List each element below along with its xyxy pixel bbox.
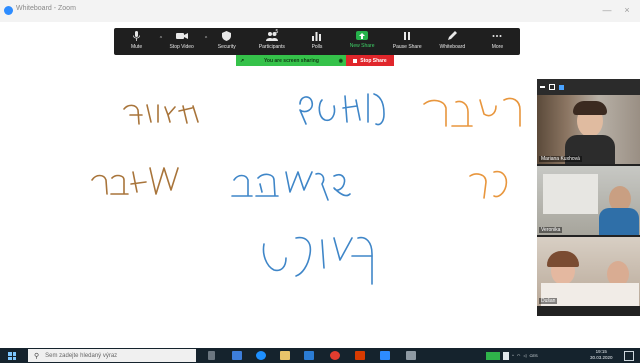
pause-icon [404,32,411,40]
stop-share-button[interactable]: Stop Share [346,55,394,66]
clock-date: 30.03.2020 [590,355,613,360]
more-label: More [491,44,504,50]
minimize-button[interactable]: — [600,3,614,17]
more-button[interactable]: More [475,28,520,55]
search-placeholder: Sem zadejte hledaný výraz [45,352,118,359]
language-indicator[interactable]: CES [529,353,537,358]
windows-start-icon[interactable] [8,352,16,360]
mute-label: Mute [130,44,143,50]
chrome-browser-icon[interactable] [330,351,340,360]
participant-body [599,208,639,235]
handwriting-word-brown-2 [91,167,179,195]
store-app-icon[interactable] [304,351,314,360]
battery-icon[interactable] [503,351,509,360]
wifi-icon[interactable]: ◠ [517,353,521,358]
taskbar-clock[interactable]: 19:15 30.03.2020 [590,349,613,361]
handwriting-word-orange-2 [469,170,508,199]
shield-icon: ◉ [338,57,343,64]
sharing-status-text: You are screen sharing [263,57,319,64]
new-share-label: New Share [349,43,375,49]
single-view-icon[interactable] [549,84,555,90]
close-button[interactable]: × [620,3,634,17]
polls-label: Polls [311,44,323,50]
stop-video-label: Stop Video [169,44,194,50]
mail-app-icon[interactable] [232,351,242,360]
participant-video-tile[interactable]: Mariana Kuxhová [537,95,640,164]
participant-video-tile[interactable]: Dušan [537,237,640,306]
pen-icon [448,31,458,40]
participants-label: Participants [258,44,285,50]
participant-name: Veronika [539,227,563,233]
participants-button[interactable]: 5 Participants [249,28,294,55]
whiteboard-button[interactable]: Whiteboard [430,28,475,55]
polls-button[interactable]: Polls [294,28,339,55]
whiteboard-label: Whiteboard [439,44,466,50]
video-panel-header [537,79,640,95]
search-icon: ⚲ [34,352,40,360]
settings-app-icon[interactable] [406,351,416,360]
mute-button[interactable]: Mute ^ [114,28,162,55]
handwriting-word-blue-1 [299,93,385,126]
shield-icon [222,31,232,41]
volume-icon[interactable]: ◁ [523,353,526,358]
edge-browser-icon[interactable] [256,351,266,360]
window-title: Whiteboard - Zoom [16,5,76,12]
share-up-arrow-icon [356,31,369,40]
participant-hair [573,101,607,115]
handwriting-word-blue-3 [262,236,373,285]
minimize-panel-icon[interactable] [540,86,545,88]
security-button[interactable]: Security [204,28,249,55]
pause-share-button[interactable]: Pause Share [385,28,430,55]
stop-icon [353,58,358,63]
meeting-toolbar: Mute ^ Stop Video ^ Security 5 Participa… [114,28,520,55]
chevron-up-icon[interactable]: ^ [512,353,514,358]
zoom-app-icon [4,6,13,15]
powerpoint-app-icon[interactable] [355,351,365,360]
security-label: Security [217,44,236,50]
new-share-button[interactable]: New Share [340,28,385,55]
participant-video-tile[interactable]: Veronika [537,166,640,235]
taskbar-search-input[interactable]: ⚲ Sem zadejte hledaný výraz [28,349,196,362]
zoom-sharing-tray-icon[interactable] [486,351,500,360]
windows-taskbar: ⚲ Sem zadejte hledaný výraz ^ ◠ ◁ CES 19… [0,348,640,363]
stop-share-label: Stop Share [360,57,387,64]
gallery-view-icon[interactable] [559,84,564,90]
system-tray: ^ ◠ ◁ CES [486,350,538,361]
zoom-taskbar-icon[interactable] [380,351,390,360]
background-window [543,174,598,214]
sharing-status: ↗ You are screen sharing ◉ [236,55,346,66]
participants-count: 5 [275,29,279,35]
video-panel: Mariana Kuxhová Veronika Dušan [537,79,640,316]
screen-sharing-bar: ↗ You are screen sharing ◉ Stop Share [236,55,394,66]
window-title-bar: Whiteboard - Zoom — × [0,0,640,22]
handwriting-word-orange-1 [423,97,521,127]
video-camera-icon [175,33,188,39]
participant-name: Dušan [539,298,558,304]
ellipsis-icon [492,35,502,37]
handwriting-word-blue-2 [231,171,351,201]
file-explorer-icon[interactable] [280,351,290,360]
task-view-icon[interactable] [208,351,215,360]
participant-hair [547,251,579,267]
microphone-icon [133,31,140,41]
stop-video-button[interactable]: Stop Video ^ [159,28,207,55]
pause-share-label: Pause Share [392,44,422,50]
handwriting-word-brown-1 [123,104,199,125]
notification-center-icon[interactable] [624,351,634,361]
participant-name: Mariana Kuxhová [539,156,582,162]
bar-chart-icon [312,32,322,41]
